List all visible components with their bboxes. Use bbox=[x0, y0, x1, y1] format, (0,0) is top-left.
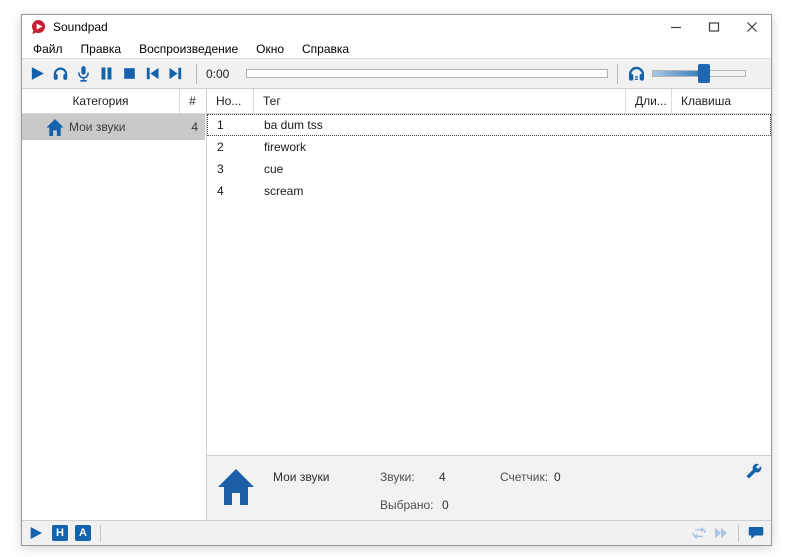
status-separator-right bbox=[738, 524, 739, 542]
selected-value: 0 bbox=[442, 498, 449, 512]
counter-value: 0 bbox=[554, 470, 561, 484]
microphone-icon bbox=[78, 66, 89, 82]
feedback-bubble-icon[interactable] bbox=[746, 523, 766, 543]
status-separator bbox=[100, 524, 101, 542]
status-bar-left: H A bbox=[28, 521, 101, 545]
sound-list-panel: Но... Тег Дли... Клавиша 1 ba dum tss 2 firewo… bbox=[206, 89, 771, 455]
window-title: Soundpad bbox=[53, 20, 108, 34]
pause-button[interactable] bbox=[95, 62, 118, 86]
column-header[interactable]: Тег bbox=[254, 89, 626, 113]
category-item[interactable]: Мои звуки 4 bbox=[22, 114, 205, 140]
volume-headphones-icon bbox=[627, 64, 646, 83]
column-header[interactable]: Дли... bbox=[626, 89, 672, 113]
repeat-icon[interactable] bbox=[689, 523, 709, 543]
sound-tag: scream bbox=[264, 184, 304, 198]
menu-item[interactable]: Файл bbox=[24, 40, 72, 58]
minimize-button[interactable] bbox=[657, 15, 695, 39]
sound-tag: ba dum tss bbox=[264, 118, 323, 132]
menu-bar: Файл Правка Воспроизведение Окно Справка bbox=[22, 39, 771, 59]
menu-item[interactable]: Правка bbox=[72, 40, 131, 58]
play-button[interactable] bbox=[26, 62, 49, 86]
selected-label: Выбрано: bbox=[380, 498, 434, 512]
stop-icon bbox=[124, 68, 135, 79]
settings-wrench-icon[interactable] bbox=[746, 463, 762, 479]
next-button[interactable] bbox=[164, 62, 187, 86]
menu-item[interactable]: Воспроизведение bbox=[130, 40, 247, 58]
soundpad-window: Soundpad Файл Правка Воспроизведение Окно Сп… bbox=[21, 14, 772, 546]
status-bar: H A bbox=[22, 520, 771, 545]
count-column-header[interactable]: # bbox=[179, 89, 205, 113]
desktop-background: Soundpad Файл Правка Воспроизведение Окно Сп… bbox=[0, 0, 787, 557]
category-item-count: 4 bbox=[191, 120, 198, 134]
volume-slider[interactable] bbox=[652, 64, 746, 83]
sounds-value: 4 bbox=[439, 470, 446, 484]
window-controls bbox=[657, 15, 771, 39]
maximize-icon bbox=[708, 22, 720, 32]
toolbar-separator-2 bbox=[617, 63, 618, 84]
category-column-header[interactable]: Категория bbox=[22, 89, 179, 113]
menu-item[interactable]: Справка bbox=[293, 40, 358, 58]
category-panel: Категория # Мои звуки 4 bbox=[22, 89, 205, 520]
column-header[interactable]: Клавиша bbox=[672, 89, 771, 113]
maximize-button[interactable] bbox=[695, 15, 733, 39]
volume-slider-thumb[interactable] bbox=[697, 64, 710, 83]
category-house-icon bbox=[216, 461, 256, 513]
status-play-icon[interactable] bbox=[28, 525, 44, 541]
record-button[interactable] bbox=[72, 62, 95, 86]
sound-number: 2 bbox=[217, 140, 224, 154]
seek-bar[interactable] bbox=[246, 69, 608, 78]
minimize-icon bbox=[671, 26, 681, 29]
listen-button[interactable] bbox=[49, 62, 72, 86]
sound-number: 4 bbox=[217, 184, 224, 198]
sound-tag: firework bbox=[264, 140, 307, 154]
skip-forward-icon bbox=[169, 67, 182, 80]
title-bar[interactable]: Soundpad bbox=[22, 15, 771, 39]
category-info-panel: Мои звуки Звуки: 4 Счетчик: 0 Выбрано: 0 bbox=[206, 455, 771, 520]
close-icon bbox=[747, 22, 757, 32]
sound-row[interactable]: 4 scream bbox=[207, 180, 771, 202]
category-item-label: Мои звуки bbox=[69, 120, 126, 134]
stop-button[interactable] bbox=[118, 62, 141, 86]
sound-number: 3 bbox=[217, 162, 224, 176]
sound-list-header: Но... Тег Дли... Клавиша bbox=[207, 89, 771, 114]
previous-button[interactable] bbox=[141, 62, 164, 86]
counter-label: Счетчик: bbox=[500, 470, 549, 484]
sound-row[interactable]: 1 ba dum tss bbox=[207, 114, 771, 136]
sound-row[interactable]: 3 cue bbox=[207, 158, 771, 180]
sound-tag: cue bbox=[264, 162, 284, 176]
sound-list-rows: 1 ba dum tss 2 firework 3 cue 4 scream bbox=[207, 114, 771, 202]
hotkeys-badge[interactable]: H bbox=[52, 525, 68, 541]
category-panel-header: Категория # bbox=[22, 89, 205, 114]
column-header[interactable]: Но... bbox=[207, 89, 254, 113]
sound-row[interactable]: 2 firework bbox=[207, 136, 771, 158]
play-next-chevrons-icon[interactable] bbox=[711, 523, 731, 543]
menu-item[interactable]: Окно bbox=[247, 40, 293, 58]
house-icon bbox=[45, 118, 65, 137]
sound-number: 1 bbox=[217, 118, 224, 132]
sounds-label: Звуки: bbox=[380, 470, 415, 484]
soundpad-logo-icon bbox=[30, 19, 47, 36]
autoplay-badge[interactable]: A bbox=[75, 525, 91, 541]
playback-time: 0:00 bbox=[206, 66, 230, 81]
volume-slider-fill bbox=[653, 71, 705, 76]
play-icon bbox=[31, 67, 44, 80]
toolbar: 0:00 bbox=[22, 59, 771, 89]
toolbar-separator bbox=[196, 63, 197, 84]
pause-icon bbox=[101, 67, 112, 80]
skip-back-icon bbox=[146, 67, 159, 80]
close-button[interactable] bbox=[733, 15, 771, 39]
headphones-icon bbox=[53, 67, 68, 80]
category-list: Мои звуки 4 bbox=[22, 114, 205, 140]
status-bar-right bbox=[688, 521, 767, 545]
info-category-name: Мои звуки bbox=[273, 470, 330, 484]
